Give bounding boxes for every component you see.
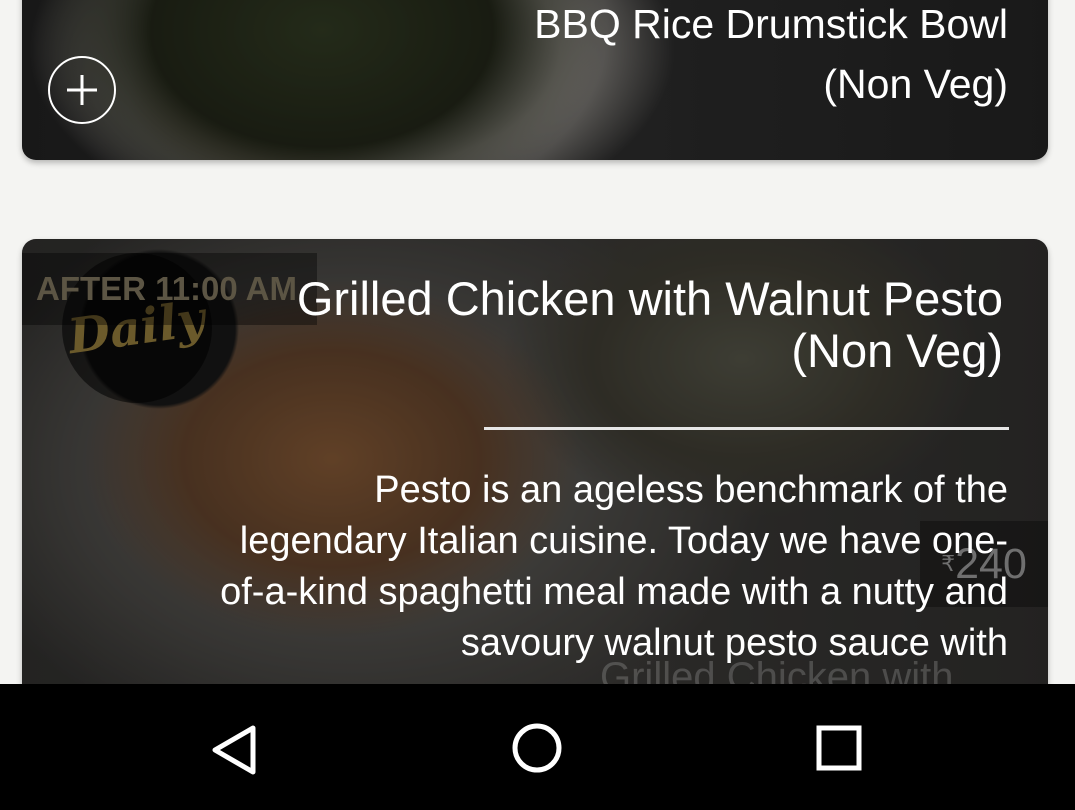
divider — [484, 427, 1009, 430]
item-title: BBQ Rice Drumstick Bowl (Non Veg) — [534, 1, 1008, 107]
back-triangle-icon[interactable] — [205, 720, 265, 780]
item-description: Pesto is an ageless benchmark of the leg… — [220, 469, 1008, 664]
system-nav-bar — [0, 684, 1075, 810]
home-circle-icon[interactable] — [507, 720, 567, 780]
item-title: Grilled Chicken with Walnut Pesto (Non V… — [296, 272, 1003, 377]
recent-apps-square-icon[interactable] — [810, 720, 870, 780]
menu-card-walnut-pesto[interactable]: Daily AFTER 11:00 AM ₹240 Grilled Chicke… — [22, 239, 1048, 709]
plus-circle-icon[interactable] — [48, 56, 116, 124]
menu-card-bbq-bowl[interactable]: BBQ Rice Drumstick Bowl (Non Veg) — [22, 0, 1048, 160]
